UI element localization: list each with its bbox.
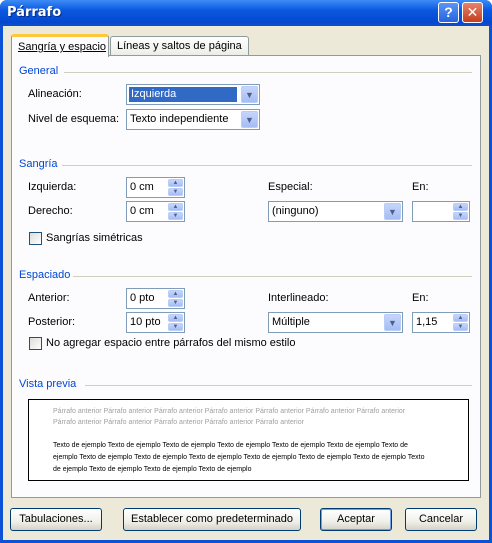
line-spacing-label: Interlineado: [268,292,329,304]
spin-up-icon[interactable]: ▲ [453,203,468,211]
line-spacing-at-spinner[interactable]: 1,15 ▲ ▼ [412,312,470,333]
spin-up-icon[interactable]: ▲ [168,290,183,298]
line-spacing-at-label: En: [412,292,429,304]
spin-down-icon[interactable]: ▼ [168,323,183,331]
tab-line-page-breaks-label: Líneas y saltos de página [117,40,242,52]
set-default-button-label: Establecer como predeterminado [130,513,294,525]
dialog-body: Sangría y espacio Líneas y saltos de pág… [3,26,489,540]
preview-sample-paragraph: Texto de ejemplo Texto de ejemplo Texto … [53,442,425,473]
preview-previous-paragraph: Párrafo anterior Párrafo anterior Párraf… [53,408,406,426]
indent-left-label: Izquierda: [28,181,77,193]
indent-right-label: Derecho: [28,205,73,217]
cancel-button-label: Cancelar [418,513,464,525]
window-title: Párrafo [7,5,62,20]
line-spacing-value: Múltiple [272,316,310,328]
spacing-after-label: Posterior: [28,316,76,328]
spin-down-icon[interactable]: ▼ [453,323,468,331]
mirror-indents-label[interactable]: Sangrías simétricas [46,232,143,244]
indent-left-spinner[interactable]: 0 cm ▲ ▼ [126,177,185,198]
spacing-after-value: 10 pto [130,316,161,328]
special-value: (ninguno) [272,205,319,217]
spin-up-icon[interactable]: ▲ [168,179,183,187]
no-space-same-style-label[interactable]: No agregar espacio entre párrafos del mi… [46,337,295,349]
alignment-select[interactable]: Izquierda ▼ [126,84,260,105]
line-spacing-select[interactable]: Múltiple ▼ [268,312,403,333]
help-button[interactable]: ? [438,2,459,23]
tab-indent-spacing[interactable]: Sangría y espacio [11,34,109,57]
ok-button[interactable]: Aceptar [320,508,392,531]
special-select[interactable]: (ninguno) ▼ [268,201,403,222]
chevron-down-icon[interactable]: ▼ [241,111,258,128]
paragraph-dialog: Párrafo ? ✕ Sangría y espacio Líneas y s… [0,0,492,543]
no-space-same-style-checkbox[interactable] [29,337,42,350]
spin-up-icon[interactable]: ▲ [168,314,183,322]
general-divider [64,72,472,73]
line-spacing-at-value: 1,15 [416,316,438,328]
chevron-down-icon[interactable]: ▼ [384,314,401,331]
indent-divider [62,165,472,166]
spacing-before-label: Anterior: [28,292,70,304]
outline-level-value: Texto independiente [130,113,229,125]
alignment-label: Alineación: [28,88,82,100]
spacing-before-spinner[interactable]: 0 pto ▲ ▼ [126,288,185,309]
outline-level-select[interactable]: Texto independiente ▼ [126,109,260,130]
outline-level-label: Nivel de esquema: [28,113,120,125]
chevron-down-icon[interactable]: ▼ [384,203,401,220]
ok-button-label: Aceptar [337,513,375,525]
indent-by-label: En: [412,181,429,193]
mirror-indents-checkbox[interactable] [29,232,42,245]
indent-right-value: 0 cm [130,205,154,217]
indent-heading: Sangría [19,158,58,170]
indent-right-spinner[interactable]: 0 cm ▲ ▼ [126,201,185,222]
spin-up-icon[interactable]: ▲ [453,314,468,322]
spacing-divider [73,276,472,277]
spin-down-icon[interactable]: ▼ [168,212,183,220]
tabs-button-label: Tabulaciones... [19,513,93,525]
alignment-value: Izquierda [129,87,237,102]
spacing-heading: Espaciado [19,269,71,281]
tab-indent-spacing-label: Sangría y espacio [18,41,107,53]
tabs-button[interactable]: Tabulaciones... [10,508,102,531]
special-label: Especial: [268,181,313,193]
spin-down-icon[interactable]: ▼ [453,212,468,220]
preview-box: Párrafo anterior Párrafo anterior Párraf… [28,399,469,481]
spacing-before-value: 0 pto [130,292,155,304]
preview-heading: Vista previa [19,378,77,390]
spacing-after-spinner[interactable]: 10 pto ▲ ▼ [126,312,185,333]
tab-line-page-breaks[interactable]: Líneas y saltos de página [110,36,249,56]
indent-by-spinner[interactable]: ▲ ▼ [412,201,470,222]
spin-down-icon[interactable]: ▼ [168,188,183,196]
chevron-down-icon[interactable]: ▼ [241,86,258,103]
spin-up-icon[interactable]: ▲ [168,203,183,211]
close-button[interactable]: ✕ [462,2,483,23]
set-default-button[interactable]: Establecer como predeterminado [123,508,301,531]
spin-down-icon[interactable]: ▼ [168,299,183,307]
indent-left-value: 0 cm [130,181,154,193]
general-heading: General [19,65,59,77]
cancel-button[interactable]: Cancelar [405,508,477,531]
title-bar[interactable]: Párrafo ? ✕ [0,0,492,26]
preview-divider [85,385,472,386]
